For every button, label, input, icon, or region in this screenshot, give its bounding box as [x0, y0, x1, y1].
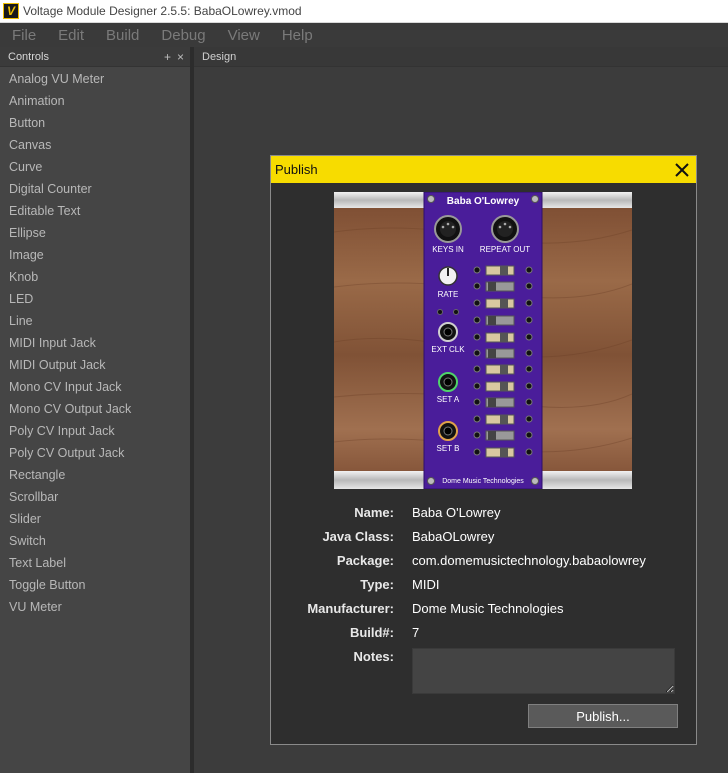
menu-bar: File Edit Build Debug View Help [0, 23, 728, 47]
manufacturer-label: Manufacturer: [307, 600, 394, 616]
controls-panel-title: Controls [8, 50, 49, 63]
menu-file[interactable]: File [0, 27, 47, 44]
design-panel-title: Design [194, 47, 728, 67]
set-a-jack [438, 372, 458, 392]
ext-clk-jack [438, 322, 458, 342]
window-title: Voltage Module Designer 2.5.5: BabaOLowr… [23, 4, 302, 18]
publish-dialog: Publish Baba O'Lowrey KEYS IN REPEAT OUT… [270, 155, 697, 745]
module-info: Name: Baba O'Lowrey Java Class: BabaOLow… [271, 500, 698, 694]
controls-panel: Controls + × Analog VU Meter Animation B… [0, 47, 190, 773]
menu-help[interactable]: Help [271, 27, 324, 44]
manufacturer-value: Dome Music Technologies [412, 600, 564, 616]
control-item[interactable]: Mono CV Output Jack [0, 398, 190, 420]
package-label: Package: [336, 552, 394, 568]
info-row-type: Type: MIDI [271, 572, 698, 596]
info-row-notes: Notes: [271, 644, 394, 668]
control-item[interactable]: Rectangle [0, 464, 190, 486]
info-row-package: Package: com.domemusictechnology.babaolo… [271, 548, 698, 572]
control-item[interactable]: Text Label [0, 552, 190, 574]
control-item[interactable]: Toggle Button [0, 574, 190, 596]
repeat-out-jack [491, 215, 519, 243]
name-value: Baba O'Lowrey [412, 504, 501, 520]
window-titlebar: V Voltage Module Designer 2.5.5: BabaOLo… [0, 0, 728, 23]
type-label: Type: [360, 576, 394, 592]
repeat-out-label: REPEAT OUT [480, 245, 530, 254]
control-item[interactable]: Analog VU Meter [0, 68, 190, 90]
keys-in-jack [434, 215, 462, 243]
menu-view[interactable]: View [217, 27, 271, 44]
build-value: 7 [412, 624, 420, 640]
control-item[interactable]: Line [0, 310, 190, 332]
info-row-name: Name: Baba O'Lowrey [271, 500, 698, 524]
java-class-label: Java Class: [322, 528, 394, 544]
control-item[interactable]: Button [0, 112, 190, 134]
module-preview: Baba O'Lowrey KEYS IN REPEAT OUT RATE EX… [334, 192, 632, 489]
publish-button[interactable]: Publish... [528, 704, 678, 728]
set-b-label: SET B [437, 444, 460, 453]
name-label: Name: [354, 504, 394, 520]
control-item[interactable]: Editable Text [0, 200, 190, 222]
menu-debug[interactable]: Debug [150, 27, 216, 44]
control-item[interactable]: Animation [0, 90, 190, 112]
info-row-manufacturer: Manufacturer: Dome Music Technologies [271, 596, 698, 620]
control-item[interactable]: Poly CV Output Jack [0, 442, 190, 464]
notes-label: Notes: [353, 648, 394, 664]
ext-clk-label: EXT CLK [431, 345, 465, 354]
control-item[interactable]: Digital Counter [0, 178, 190, 200]
add-panel-icon[interactable]: + [164, 50, 171, 64]
control-item[interactable]: Ellipse [0, 222, 190, 244]
java-class-value: BabaOLowrey [412, 528, 495, 544]
package-value: com.domemusictechnology.babaolowrey [412, 552, 646, 568]
menu-build[interactable]: Build [95, 27, 150, 44]
control-item[interactable]: Mono CV Input Jack [0, 376, 190, 398]
app-logo-icon: V [3, 3, 19, 19]
control-item[interactable]: Image [0, 244, 190, 266]
info-row-build: Build#: 7 [271, 620, 698, 644]
control-item[interactable]: Slider [0, 508, 190, 530]
build-label: Build#: [349, 624, 394, 640]
rate-label: RATE [438, 290, 459, 299]
dialog-titlebar: Publish [271, 156, 696, 183]
control-item[interactable]: Poly CV Input Jack [0, 420, 190, 442]
notes-field[interactable] [412, 648, 675, 694]
control-list: Analog VU Meter Animation Button Canvas … [0, 67, 190, 618]
module-footer: Dome Music Technologies [442, 478, 524, 485]
close-panel-icon[interactable]: × [177, 50, 184, 64]
info-row-java-class: Java Class: BabaOLowrey [271, 524, 698, 548]
set-b-jack [438, 421, 458, 441]
control-item[interactable]: Curve [0, 156, 190, 178]
module-title: Baba O'Lowrey [447, 196, 520, 207]
type-value: MIDI [412, 576, 440, 592]
control-item[interactable]: Knob [0, 266, 190, 288]
keys-in-label: KEYS IN [432, 245, 464, 254]
control-item[interactable]: LED [0, 288, 190, 310]
control-item[interactable]: Canvas [0, 134, 190, 156]
set-a-label: SET A [437, 395, 460, 404]
rate-knob [438, 266, 458, 286]
control-item[interactable]: VU Meter [0, 596, 190, 618]
control-item[interactable]: Switch [0, 530, 190, 552]
controls-panel-header: Controls + × [0, 47, 190, 67]
control-item[interactable]: MIDI Output Jack [0, 354, 190, 376]
dialog-title: Publish [275, 162, 318, 177]
menu-edit[interactable]: Edit [47, 27, 95, 44]
control-item[interactable]: MIDI Input Jack [0, 332, 190, 354]
control-item[interactable]: Scrollbar [0, 486, 190, 508]
close-icon[interactable] [672, 160, 692, 180]
